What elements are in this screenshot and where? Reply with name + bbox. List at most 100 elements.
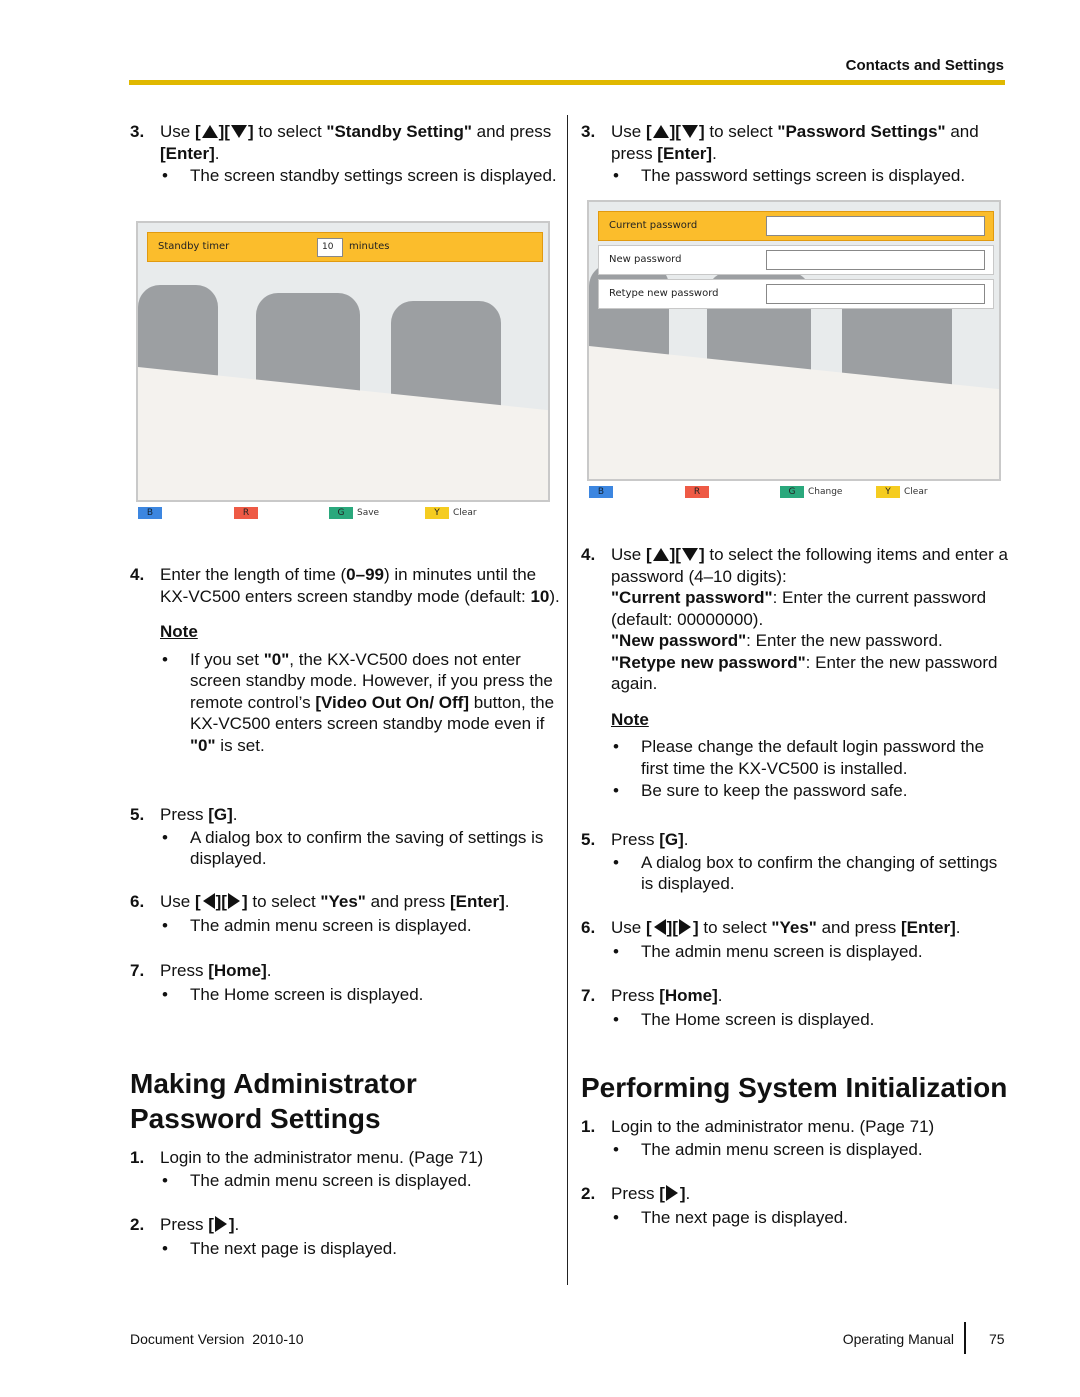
note-item: Be sure to keep the password safe. (581, 780, 1011, 802)
step-text: Use [][] to select "Yes" and press [Ente… (160, 891, 560, 936)
up-arrow-icon (652, 124, 669, 138)
column-divider (567, 115, 568, 1285)
step-number: 4. (581, 545, 596, 564)
step-text: Press [G]. A dialog box to confirm the c… (611, 829, 1011, 895)
step-5-standby: 5. Press [G]. A dialog box to confirm th… (130, 804, 560, 870)
field-description: "New password": Enter the new password. (611, 631, 943, 650)
up-arrow-icon (652, 547, 669, 561)
standby-timer-row[interactable]: Standby timer 10 minutes (147, 232, 543, 262)
note-title: Note (160, 622, 198, 641)
step-4-standby: 4. Enter the length of time (0–99) in mi… (130, 564, 560, 756)
field-description: "Current password": Enter the current pa… (611, 588, 987, 629)
step-3-standby: 3. Use [][] to select "Standby Setting" … (130, 121, 560, 187)
note-item: If you set "0", the KX-VC500 does not en… (130, 649, 560, 757)
footer-manual-name: Operating Manual (842, 1331, 954, 1347)
step-number: 3. (130, 122, 145, 141)
right-arrow-icon (665, 1185, 678, 1202)
new-password-label: New password (609, 254, 682, 266)
retype-password-input[interactable] (766, 284, 985, 304)
bullet: The screen standby settings screen is di… (160, 165, 560, 187)
standby-settings-screenshot: Standby timer 10 minutes B R G Save Y Cl… (136, 221, 550, 523)
step-number: 7. (581, 986, 596, 1005)
step-number: 4. (130, 565, 145, 584)
color-key-bar: B R G Change Y Clear (587, 481, 1001, 502)
note: Note Please change the default login pas… (611, 709, 1011, 802)
step-number: 2. (130, 1215, 145, 1234)
bullet: The admin menu screen is displayed. (160, 915, 560, 937)
step-2-admin-password: 2. Press []. The next page is displayed. (130, 1214, 560, 1259)
red-key-button[interactable]: R (685, 486, 709, 498)
color-key-bar: B R G Save Y Clear (136, 502, 550, 523)
red-key-button[interactable]: R (234, 507, 258, 519)
step-1-admin-password: 1. Login to the administrator menu. (Pag… (130, 1147, 560, 1191)
down-arrow-icon (681, 124, 698, 138)
right-column: 3. Use [][] to select "Password Settings… (581, 0, 1011, 1397)
step-4-password: 4. Use [][] to select the following item… (581, 544, 1011, 802)
step-number: 6. (130, 892, 145, 911)
step-text: Press [Home]. The Home screen is display… (611, 985, 1011, 1030)
bullet: The next page is displayed. (160, 1238, 560, 1260)
footer-document-version: Document Version 2010-10 (130, 1331, 304, 1347)
left-arrow-icon (202, 893, 215, 910)
current-password-label: Current password (609, 220, 698, 232)
note-title: Note (611, 709, 649, 729)
step-7-standby: 7. Press [Home]. The Home screen is disp… (130, 960, 560, 1005)
section-heading-admin-password: Making Administrator Password Settings (130, 1068, 417, 1134)
section-heading-system-initialization: Performing System Initialization (581, 1072, 1008, 1103)
retype-password-row[interactable]: Retype new password (598, 279, 994, 309)
note: Note If you set "0", the KX-VC500 does n… (160, 621, 560, 756)
green-key-button[interactable]: G (780, 486, 804, 498)
new-password-input[interactable] (766, 250, 985, 270)
bullet: The admin menu screen is displayed. (611, 1139, 1011, 1161)
step-number: 1. (581, 1117, 596, 1136)
step-number: 7. (130, 961, 145, 980)
step-number: 3. (581, 122, 596, 141)
change-key-label: Change (808, 487, 843, 497)
step-6-password: 6. Use [][] to select "Yes" and press [E… (581, 917, 1011, 962)
step-text: Enter the length of time (0–99) in minut… (160, 565, 560, 606)
bullet: A dialog box to confirm the saving of se… (160, 827, 560, 870)
save-key-label: Save (357, 508, 380, 518)
page-number: 75 (989, 1331, 1005, 1347)
step-5-password: 5. Press [G]. A dialog box to confirm th… (581, 829, 1011, 895)
step-6-standby: 6. Use [][] to select "Yes" and press [E… (130, 891, 560, 936)
step-text: Press [Home]. The Home screen is display… (160, 960, 560, 1005)
step-text: Login to the administrator menu. (Page 7… (160, 1147, 560, 1191)
step-number: 5. (581, 830, 596, 849)
step-number: 2. (581, 1184, 596, 1203)
yellow-key-button[interactable]: Y (425, 507, 449, 519)
blue-key-button[interactable]: B (589, 486, 613, 498)
bullet: The password settings screen is displaye… (611, 165, 1011, 187)
field-description: "Retype new password": Enter the new pas… (611, 652, 998, 694)
chair-image (138, 285, 218, 380)
retype-password-label: Retype new password (609, 288, 719, 300)
standby-timer-unit: minutes (349, 241, 390, 253)
blue-key-button[interactable]: B (138, 507, 162, 519)
standby-timer-input[interactable]: 10 (317, 238, 343, 257)
current-password-row[interactable]: Current password (598, 211, 994, 241)
right-arrow-icon (214, 1216, 227, 1233)
step-text: Login to the administrator menu. (Page 7… (611, 1116, 1011, 1160)
bullet: The admin menu screen is displayed. (160, 1170, 560, 1192)
yellow-key-button[interactable]: Y (876, 486, 900, 498)
step-3-password: 3. Use [][] to select "Password Settings… (581, 121, 1011, 187)
standby-timer-label: Standby timer (158, 241, 230, 253)
bullet: The next page is displayed. (611, 1207, 1011, 1229)
left-arrow-icon (653, 919, 666, 936)
step-2-initialization: 2. Press []. The next page is displayed. (581, 1183, 1011, 1228)
right-arrow-icon (227, 893, 240, 910)
green-key-button[interactable]: G (329, 507, 353, 519)
step-text: Use [][] to select "Yes" and press [Ente… (611, 917, 1011, 962)
step-7-password: 7. Press [Home]. The Home screen is disp… (581, 985, 1011, 1030)
step-text: Use [][] to select the following items a… (611, 544, 1011, 695)
up-arrow-icon (201, 124, 218, 138)
step-number: 1. (130, 1148, 145, 1167)
step-text: Use [][] to select "Standby Setting" and… (160, 121, 560, 187)
bullet: The Home screen is displayed. (160, 984, 560, 1006)
down-arrow-icon (230, 124, 247, 138)
current-password-input[interactable] (766, 216, 985, 236)
note-item: Please change the default login password… (581, 736, 1011, 779)
new-password-row[interactable]: New password (598, 245, 994, 275)
step-text: Press []. The next page is displayed. (611, 1183, 1011, 1228)
step-text: Press []. The next page is displayed. (160, 1214, 560, 1259)
